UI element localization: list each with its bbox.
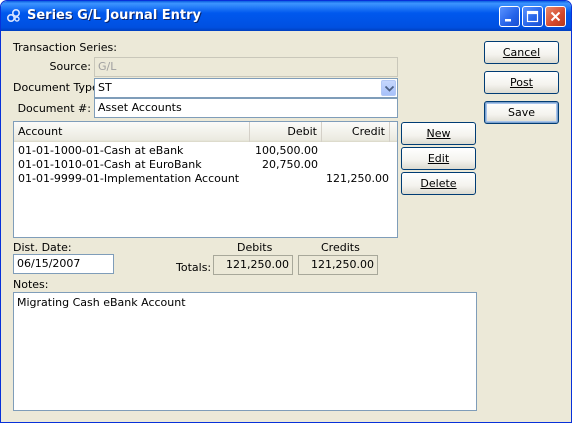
table-header: Account Debit Credit: [14, 122, 397, 142]
row-account: 01-01-9999-01-Implementation Account: [18, 172, 240, 185]
new-button-label: New: [426, 127, 451, 140]
table-row[interactable]: 01-01-9999-01-Implementation Account 121…: [14, 172, 397, 186]
document-type-select[interactable]: ST: [94, 78, 398, 98]
row-credit: 121,250.00: [326, 172, 389, 185]
row-debit: [250, 172, 322, 186]
row-credit: [322, 144, 390, 158]
source-label: Source:: [49, 60, 92, 73]
post-button[interactable]: Post: [484, 71, 559, 94]
minimize-icon: [505, 19, 511, 22]
document-type-value: ST: [98, 81, 112, 94]
delete-button[interactable]: Delete: [401, 172, 476, 195]
dist-date-input[interactable]: 06/15/2007: [13, 254, 114, 274]
new-button[interactable]: New: [401, 122, 476, 145]
credits-label: Credits: [321, 241, 360, 254]
window-title: Series G/L Journal Entry: [27, 8, 202, 23]
app-icon: [6, 8, 22, 24]
title-bar[interactable]: Series G/L Journal Entry: [1, 1, 571, 31]
cancel-button[interactable]: Cancel: [484, 41, 559, 64]
save-button[interactable]: Save: [484, 101, 559, 124]
row-debit: 100,500.00: [255, 144, 318, 157]
row-account: 01-01-1010-01-Cash at EuroBank: [18, 158, 202, 171]
table-row[interactable]: 01-01-1010-01-Cash at EuroBank 20,750.00: [14, 158, 397, 172]
dropdown-arrow-icon: [385, 86, 394, 92]
document-type-label: Document Type:: [13, 81, 103, 94]
notes-label: Notes:: [13, 278, 49, 291]
close-icon: [550, 11, 561, 22]
column-header-account[interactable]: Account: [14, 122, 250, 142]
source-field: G/L: [94, 57, 398, 77]
column-header-credit[interactable]: Credit: [322, 122, 390, 142]
post-button-label: Post: [509, 76, 533, 89]
notes-textarea[interactable]: Migrating Cash eBank Account: [13, 292, 477, 411]
total-credits-field: 121,250.00: [298, 255, 378, 275]
delete-button-label: Delete: [420, 177, 457, 190]
row-credit: [322, 158, 390, 172]
debits-label: Debits: [237, 241, 273, 254]
journal-entry-window: Series G/L Journal Entry Transaction Ser…: [0, 0, 572, 423]
totals-label: Totals:: [176, 261, 212, 274]
dist-date-label: Dist. Date:: [13, 241, 72, 254]
table-row[interactable]: 01-01-1000-01-Cash at eBank 100,500.00: [14, 144, 397, 158]
document-number-label: Document #:: [17, 102, 91, 115]
journal-lines-table[interactable]: Account Debit Credit 01-01-1000-01-Cash …: [13, 121, 398, 238]
edit-button-label: Edit: [427, 152, 450, 165]
save-button-label: Save: [507, 106, 535, 119]
edit-button[interactable]: Edit: [401, 147, 476, 170]
maximize-button[interactable]: [522, 6, 543, 27]
transaction-series-label: Transaction Series:: [13, 41, 117, 54]
close-button[interactable]: [545, 6, 566, 27]
document-number-input[interactable]: Asset Accounts: [94, 98, 398, 118]
cancel-button-label: Cancel: [502, 46, 541, 59]
document-type-dropdown-button[interactable]: [381, 80, 396, 96]
maximize-icon: [526, 10, 539, 23]
total-debits-field: 121,250.00: [213, 255, 293, 275]
column-header-debit[interactable]: Debit: [250, 122, 322, 142]
row-account: 01-01-1000-01-Cash at eBank: [18, 144, 184, 157]
column-header-filler: [390, 122, 397, 142]
row-debit: 20,750.00: [262, 158, 318, 171]
minimize-button[interactable]: [499, 6, 520, 27]
